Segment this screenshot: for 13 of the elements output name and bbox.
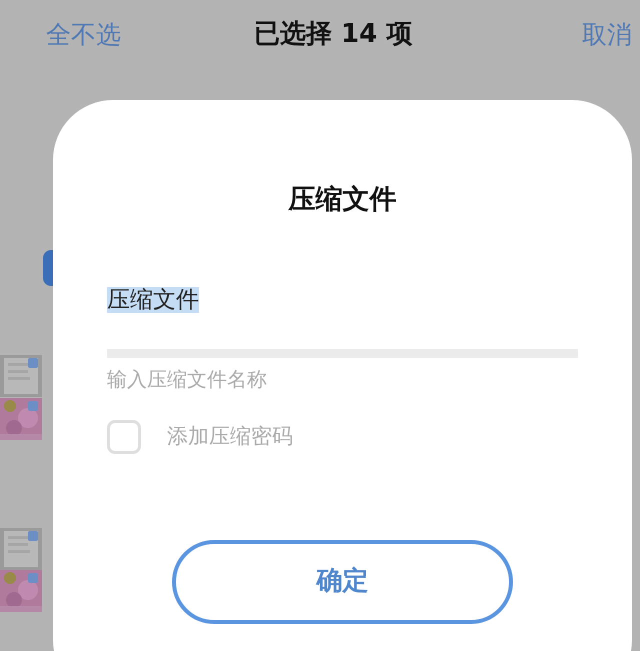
selected-check-icon[interactable] bbox=[28, 531, 38, 541]
deselect-all-link[interactable]: 全不选 bbox=[46, 16, 121, 54]
password-option-label: 添加压缩密码 bbox=[167, 422, 293, 450]
selection-count-title: 已选择 14 项 bbox=[254, 18, 412, 51]
file-name-field[interactable]: 压缩文件 bbox=[107, 282, 578, 358]
selected-check-icon[interactable] bbox=[28, 401, 38, 411]
password-checkbox[interactable] bbox=[107, 420, 141, 454]
dialog-title: 压缩文件 bbox=[287, 183, 398, 217]
confirm-button[interactable]: 确定 bbox=[172, 540, 513, 624]
cancel-link[interactable]: 取消 bbox=[582, 16, 632, 54]
selected-check-icon[interactable] bbox=[28, 358, 38, 368]
field-hint: 输入压缩文件名称 bbox=[107, 366, 268, 392]
selected-check-icon[interactable] bbox=[28, 573, 38, 583]
